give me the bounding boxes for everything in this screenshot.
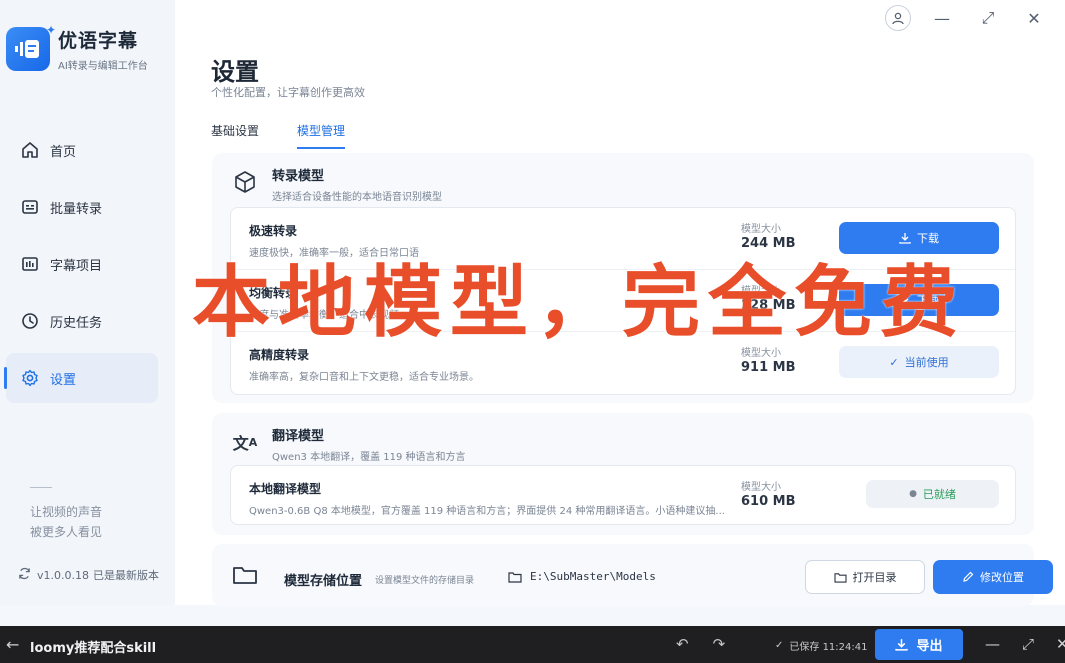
editor-window-controls: — ⤢ ✕ xyxy=(985,635,1065,653)
user-icon xyxy=(892,12,904,25)
close-icon: ✕ xyxy=(1027,8,1041,28)
save-status: ✓ 已保存 11:24:41 xyxy=(775,638,867,653)
editor-bottom-bar: ← loomy推荐配合skill ↶ ↷ ✓ 已保存 11:24:41 导出 —… xyxy=(0,626,1065,663)
change-location-label: 修改位置 xyxy=(980,571,1024,584)
sidebar-item-home[interactable]: 首页 xyxy=(6,125,158,175)
model-description: 准确率高，复杂口音和上下文更稳，适合专业场景。 xyxy=(249,372,479,383)
slogan-line-2: 被更多人看见 xyxy=(30,525,103,539)
size-label: 模型大小 xyxy=(741,224,781,235)
export-label: 导出 xyxy=(916,639,943,654)
translate-model-list: 本地翻译模型 Qwen3-0.6B Q8 本地模型，官方覆盖 119 种语言和方… xyxy=(230,465,1016,525)
redo-icon[interactable]: ↷ xyxy=(713,635,726,653)
model-size: 610 MB xyxy=(741,494,796,509)
export-button[interactable]: 导出 xyxy=(875,629,963,660)
close-icon[interactable]: ✕ xyxy=(1056,635,1065,653)
project-title: loomy推荐配合skill xyxy=(30,641,157,656)
tab-model-management[interactable]: 模型管理 xyxy=(297,122,346,149)
sidebar-item-label: 批量转录 xyxy=(50,201,103,217)
status-dot-icon: ● xyxy=(909,489,917,499)
batch-icon xyxy=(20,197,40,217)
current-use-label: 当前使用 xyxy=(904,356,949,369)
settings-tabs: 基础设置 模型管理 xyxy=(211,122,383,149)
card-title: 翻译模型 xyxy=(272,429,325,444)
sidebar-item-label: 首页 xyxy=(50,144,77,160)
model-name: 本地翻译模型 xyxy=(249,482,322,496)
check-icon: ✓ xyxy=(775,640,784,651)
model-name: 极速转录 xyxy=(249,224,298,238)
refresh-icon[interactable] xyxy=(18,567,31,583)
page-title: 设置 xyxy=(211,58,259,86)
sidebar-item-settings[interactable]: 设置 xyxy=(4,353,158,403)
tab-basic-settings[interactable]: 基础设置 xyxy=(211,122,259,149)
model-size: 911 MB xyxy=(741,360,796,375)
card-description: Qwen3 本地翻译，覆盖 119 种语言和方言 xyxy=(272,452,466,463)
size-label: 模型大小 xyxy=(741,482,781,493)
sidebar-item-label: 历史任务 xyxy=(50,315,103,331)
translate-icon: 文A xyxy=(232,434,258,453)
slogan-line-1: 让视频的声音 xyxy=(30,505,103,519)
brand: ✦ 优语字幕 AI转录与编辑工作台 xyxy=(6,23,148,72)
model-description: Qwen3-0.6B Q8 本地模型，官方覆盖 119 种语言和方言；界面提供 … xyxy=(249,506,725,517)
minimize-button[interactable]: — xyxy=(919,4,965,32)
sidebar-item-history[interactable]: 历史任务 xyxy=(6,296,158,346)
home-icon xyxy=(20,140,40,160)
back-arrow-icon[interactable]: ← xyxy=(6,635,19,654)
gear-icon xyxy=(20,368,40,388)
sidebar-divider xyxy=(30,487,52,488)
page-subtitle: 个性化配置，让字幕创作更高效 xyxy=(211,86,365,99)
folder-open-icon xyxy=(833,572,847,583)
version-number: v1.0.0.18 xyxy=(37,568,89,582)
promo-overlay-text: 本地模型，完全免费 xyxy=(192,258,967,348)
sidebar-item-label: 字幕项目 xyxy=(50,258,103,274)
sidebar-item-label: 设置 xyxy=(50,372,77,388)
model-storage-card: 模型存储位置 设置模型文件的存储目录 E:\SubMaster\Models 打… xyxy=(212,544,1053,606)
version-status: 已是最新版本 xyxy=(93,569,159,582)
window-controls: — ⤢ ✕ xyxy=(885,4,1057,32)
sparkle-icon: ✦ xyxy=(45,23,56,37)
folder-icon xyxy=(232,564,258,589)
sidebar-item-subtitle-project[interactable]: 字幕项目 xyxy=(6,239,158,289)
sidebar-nav: 首页 批量转录 字幕项目 历史任务 设置 xyxy=(4,125,158,410)
list-item: 本地翻译模型 Qwen3-0.6B Q8 本地模型，官方覆盖 119 种语言和方… xyxy=(231,466,1015,524)
app-logo: ✦ xyxy=(6,23,56,71)
undo-icon[interactable]: ↶ xyxy=(676,635,689,653)
storage-path: E:\SubMaster\Models xyxy=(508,570,656,583)
expand-icon[interactable]: ⤢ xyxy=(1022,635,1034,653)
change-location-button[interactable]: 修改位置 xyxy=(933,560,1053,594)
cube-icon xyxy=(232,169,258,195)
close-button[interactable]: ✕ xyxy=(1011,4,1057,32)
open-directory-button[interactable]: 打开目录 xyxy=(805,560,925,594)
app-name: 优语字幕 xyxy=(58,30,139,52)
check-icon: ✓ xyxy=(889,355,899,369)
maximize-button[interactable]: ⤢ xyxy=(965,4,1011,32)
avatar[interactable] xyxy=(885,5,911,31)
ready-label: 已就绪 xyxy=(922,488,956,501)
translate-model-card: 文A 翻译模型 Qwen3 本地翻译，覆盖 119 种语言和方言 本地翻译模型 … xyxy=(212,413,1034,535)
undo-redo-group: ↶ ↷ xyxy=(676,635,749,653)
storage-description: 设置模型文件的存储目录 xyxy=(375,576,475,586)
ready-status-badge: ● 已就绪 xyxy=(866,480,999,508)
expand-icon: ⤢ xyxy=(981,8,995,27)
sidebar-item-batch[interactable]: 批量转录 xyxy=(6,182,158,232)
edit-icon xyxy=(962,571,974,583)
export-icon xyxy=(895,638,909,651)
saved-time: 已保存 11:24:41 xyxy=(789,642,868,653)
minimize-icon: — xyxy=(934,8,950,28)
folder-icon xyxy=(508,571,522,583)
open-directory-label: 打开目录 xyxy=(852,571,897,584)
history-icon xyxy=(20,311,40,331)
card-title: 转录模型 xyxy=(272,169,325,184)
version-info: v1.0.0.18 已是最新版本 xyxy=(18,567,159,583)
minimize-icon[interactable]: — xyxy=(985,635,1000,653)
subtitle-project-icon xyxy=(20,254,40,274)
app-subtitle: AI转录与编辑工作台 xyxy=(58,61,148,72)
slogan: 让视频的声音 被更多人看见 xyxy=(30,502,102,542)
storage-path-text: E:\SubMaster\Models xyxy=(530,570,656,583)
sidebar: ✦ 优语字幕 AI转录与编辑工作台 首页 批量转录 字幕项目 历史任务 设置 让… xyxy=(0,0,175,605)
storage-title: 模型存储位置 xyxy=(284,574,363,589)
card-description: 选择适合设备性能的本地语音识别模型 xyxy=(272,192,442,203)
